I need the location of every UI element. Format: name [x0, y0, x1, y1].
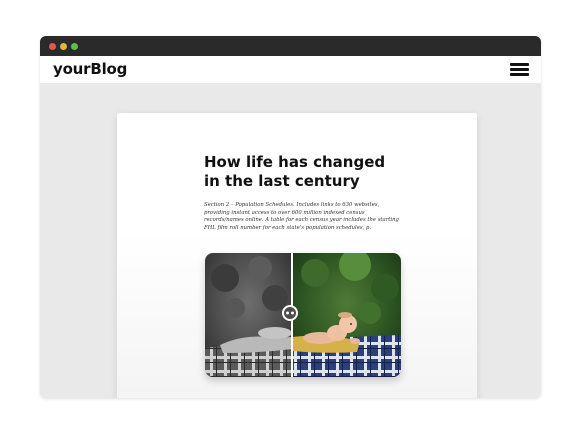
site-navbar: yourBlog	[40, 56, 541, 83]
site-logo[interactable]: yourBlog	[53, 60, 127, 78]
minimize-window-icon[interactable]	[60, 43, 67, 50]
black-and-white-half	[205, 253, 292, 377]
browser-window: yourBlog How life has changed in the las…	[40, 36, 541, 398]
window-titlebar	[40, 36, 541, 56]
hamburger-menu-icon[interactable]	[510, 63, 529, 77]
maximize-window-icon[interactable]	[71, 43, 78, 50]
blog-post-card: How life has changed in the last century…	[117, 113, 477, 398]
slider-handle-icon[interactable]	[282, 305, 298, 321]
close-window-icon[interactable]	[49, 43, 56, 50]
post-excerpt: Section 2 – Population Schedules. Includ…	[204, 202, 399, 231]
menu-bar-top	[510, 63, 529, 66]
menu-bar-middle	[510, 68, 529, 71]
colorized-half	[292, 253, 401, 377]
comparison-photo	[205, 253, 401, 377]
page-content: How life has changed in the last century…	[40, 83, 541, 398]
before-after-image-slider[interactable]	[205, 253, 401, 377]
menu-bar-bottom	[510, 73, 529, 76]
post-title: How life has changed in the last century	[204, 153, 386, 190]
